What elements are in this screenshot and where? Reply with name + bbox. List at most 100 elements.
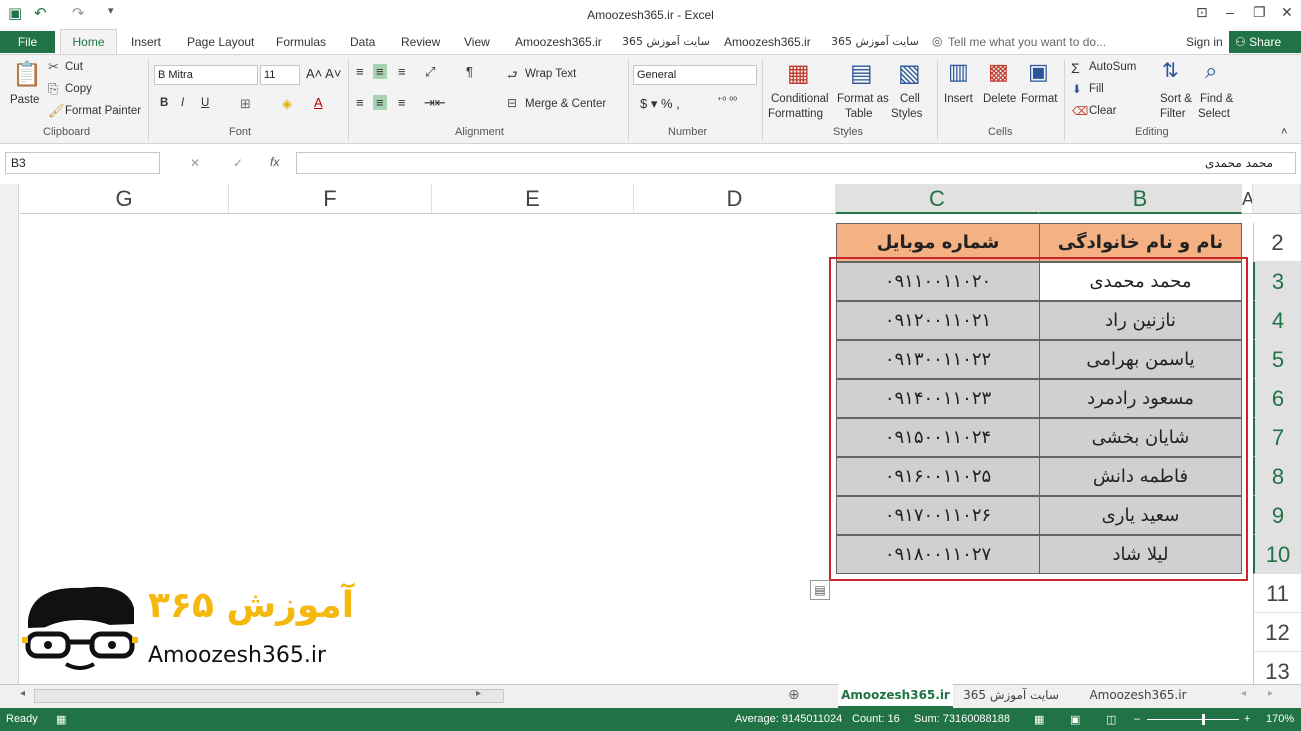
- align-left-icon[interactable]: ≡: [356, 95, 364, 110]
- font-size-select[interactable]: 11: [260, 65, 300, 85]
- wrap-text-button[interactable]: Wrap Text: [525, 68, 576, 80]
- col-header-b[interactable]: B: [1039, 184, 1242, 214]
- share-button[interactable]: ⚇ Share: [1229, 31, 1301, 53]
- col-header-f[interactable]: F: [229, 184, 432, 214]
- row-header-2[interactable]: 2: [1253, 223, 1301, 262]
- sheet-scroll-left-icon[interactable]: ◂: [1241, 688, 1246, 699]
- page-break-view-icon[interactable]: ◫: [1106, 713, 1116, 726]
- zoom-slider[interactable]: [1147, 719, 1239, 720]
- row-header-8[interactable]: 8: [1253, 457, 1301, 496]
- row-header-11[interactable]: 11: [1253, 574, 1301, 613]
- row-header-12[interactable]: 12: [1253, 613, 1301, 652]
- italic-button[interactable]: I: [181, 97, 184, 109]
- zoom-in-icon[interactable]: +: [1244, 713, 1250, 725]
- paste-button[interactable]: Paste: [10, 94, 39, 106]
- insert-button[interactable]: Insert: [944, 93, 973, 105]
- tab-home[interactable]: Home: [60, 29, 117, 55]
- tab-amoozesh-1[interactable]: Amoozesh365.ir: [515, 35, 602, 49]
- function-icon[interactable]: fx: [270, 155, 279, 169]
- format-button[interactable]: Format: [1021, 93, 1057, 105]
- sheet-tab-amoozesh-2[interactable]: Amoozesh365.ir: [1073, 684, 1203, 708]
- close-button[interactable]: ✕: [1281, 4, 1293, 21]
- ribbon-display-icon[interactable]: ⊡: [1196, 4, 1208, 21]
- borders-icon[interactable]: ⊞: [240, 96, 251, 112]
- sheet-scroll-right-icon[interactable]: ▸: [1268, 688, 1273, 699]
- fill-color-icon[interactable]: ◈: [282, 96, 292, 112]
- autosum-button[interactable]: AutoSum: [1089, 61, 1136, 73]
- tab-view[interactable]: View: [464, 35, 490, 49]
- grow-font-icon[interactable]: A˄ A˅: [306, 66, 341, 81]
- align-top-icon[interactable]: ≡: [356, 64, 364, 79]
- minimize-button[interactable]: –: [1226, 4, 1234, 20]
- normal-view-icon[interactable]: ▦: [1034, 713, 1044, 726]
- row-header-7[interactable]: 7: [1253, 418, 1301, 457]
- formula-input[interactable]: محمد محمدی: [296, 152, 1296, 174]
- tab-data[interactable]: Data: [350, 35, 375, 49]
- format-painter-button[interactable]: Format Painter: [65, 105, 141, 117]
- cancel-icon[interactable]: ✕: [190, 156, 200, 170]
- conditional-formatting-label[interactable]: Conditional: [771, 93, 829, 105]
- col-header-e[interactable]: E: [432, 184, 634, 214]
- clear-button[interactable]: Clear: [1089, 105, 1116, 117]
- zoom-out-icon[interactable]: –: [1134, 713, 1140, 725]
- font-name-select[interactable]: B Mitra: [154, 65, 258, 85]
- format-as-table-label-2[interactable]: Table: [845, 108, 873, 120]
- underline-button[interactable]: U: [201, 97, 209, 109]
- col-header-d[interactable]: D: [634, 184, 836, 214]
- merge-center-button[interactable]: Merge & Center: [525, 98, 606, 110]
- format-as-table-label[interactable]: Format as: [837, 93, 889, 105]
- cell-styles-label-2[interactable]: Styles: [891, 108, 922, 120]
- sheet-tab-amoozesh-active[interactable]: Amoozesh365.ir: [838, 684, 953, 708]
- delete-button[interactable]: Delete: [983, 93, 1016, 105]
- tab-insert[interactable]: Insert: [131, 35, 161, 49]
- align-bottom-icon[interactable]: ≡: [398, 64, 406, 79]
- font-color-icon[interactable]: A: [314, 95, 323, 110]
- col-header-c[interactable]: C: [836, 184, 1039, 214]
- sign-in-link[interactable]: Sign in: [1186, 35, 1223, 49]
- cut-button[interactable]: Cut: [65, 61, 83, 73]
- find-select-label[interactable]: Find &: [1200, 93, 1233, 105]
- tab-formulas[interactable]: Formulas: [276, 35, 326, 49]
- select-all-corner[interactable]: [1253, 184, 1301, 214]
- row-header-5[interactable]: 5: [1253, 340, 1301, 379]
- tab-site-1[interactable]: سایت آموزش 365: [622, 35, 710, 48]
- tab-file[interactable]: File: [0, 31, 55, 53]
- row-header-6[interactable]: 6: [1253, 379, 1301, 418]
- vertical-scrollbar[interactable]: [0, 184, 19, 684]
- cell-styles-label[interactable]: Cell: [900, 93, 920, 105]
- zoom-slider-thumb[interactable]: [1202, 714, 1205, 725]
- tab-page-layout[interactable]: Page Layout: [187, 35, 254, 49]
- tell-me-input[interactable]: Tell me what you want to do...: [948, 35, 1106, 49]
- row-header-4[interactable]: 4: [1253, 301, 1301, 340]
- new-sheet-icon[interactable]: ⊕: [788, 686, 800, 703]
- col-header-a[interactable]: A: [1242, 184, 1253, 214]
- row-header-10[interactable]: 10: [1253, 535, 1301, 574]
- align-right-icon[interactable]: ≡: [398, 95, 406, 110]
- row-header-9[interactable]: 9: [1253, 496, 1301, 535]
- scroll-right-icon[interactable]: ▸: [476, 688, 481, 699]
- align-center-icon[interactable]: ≡: [373, 95, 387, 110]
- page-layout-view-icon[interactable]: ▣: [1070, 713, 1080, 726]
- number-format-select[interactable]: General: [633, 65, 757, 85]
- fill-button[interactable]: Fill: [1089, 83, 1104, 95]
- scroll-left-icon[interactable]: ◂: [20, 688, 25, 699]
- row-header-3[interactable]: 3: [1253, 262, 1301, 301]
- customize-qat-icon[interactable]: ▾: [108, 4, 114, 17]
- quick-analysis-icon[interactable]: ▤: [810, 580, 830, 600]
- name-box[interactable]: B3: [5, 152, 160, 174]
- col-header-g[interactable]: G: [20, 184, 229, 214]
- bold-button[interactable]: B: [160, 97, 168, 109]
- find-select-label-2[interactable]: Select: [1198, 108, 1230, 120]
- decimal-icon[interactable]: ⁺⁰ ⁰⁰: [717, 96, 737, 107]
- zoom-level[interactable]: 170%: [1266, 713, 1294, 725]
- tab-site-2[interactable]: سایت آموزش 365: [831, 35, 919, 48]
- restore-button[interactable]: ❐: [1253, 4, 1266, 21]
- collapse-ribbon-icon[interactable]: ˄: [1281, 126, 1287, 138]
- conditional-formatting-label-2[interactable]: Formatting: [768, 108, 823, 120]
- undo-icon[interactable]: ↶: [34, 4, 47, 22]
- currency-icon[interactable]: $ ▾ % ,: [640, 96, 680, 112]
- sheet-tab-site[interactable]: سایت آموزش 365: [955, 684, 1067, 708]
- enter-icon[interactable]: ✓: [233, 156, 243, 170]
- tab-amoozesh-2[interactable]: Amoozesh365.ir: [724, 35, 811, 49]
- orientation-icon[interactable]: ⤢: [425, 64, 435, 80]
